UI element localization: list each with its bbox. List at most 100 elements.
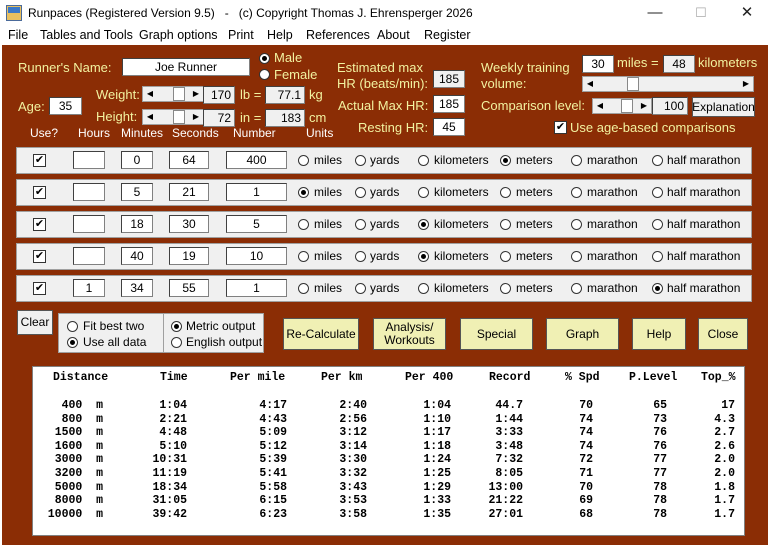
unit-radio-marathon[interactable]: [571, 219, 582, 230]
scroll-left-icon[interactable]: ◀: [593, 99, 607, 113]
race-minutes-input[interactable]: 18: [121, 215, 153, 233]
age-input[interactable]: 35: [49, 97, 82, 115]
weekly-miles-input[interactable]: 30: [582, 55, 614, 73]
height-in-field[interactable]: 72: [203, 109, 235, 127]
male-radio[interactable]: [259, 53, 270, 64]
unit-radio-kilometers[interactable]: [418, 219, 429, 230]
help-button[interactable]: Help: [632, 318, 686, 350]
race-minutes-input[interactable]: 5: [121, 183, 153, 201]
race-use-checkbox[interactable]: ✔: [33, 218, 46, 231]
recalculate-button[interactable]: Re-Calculate: [283, 318, 359, 350]
unit-radio-yards[interactable]: [355, 251, 366, 262]
explanation-button[interactable]: Explanation: [692, 97, 755, 117]
height-scrollbar[interactable]: ◀ ▶: [142, 109, 204, 125]
english-output-radio[interactable]: [171, 337, 182, 348]
weekly-volume-scrollbar[interactable]: ◀ ▶: [582, 76, 754, 92]
weight-lb-field[interactable]: 170: [203, 86, 235, 104]
resting-hr-input[interactable]: 45: [433, 118, 465, 136]
unit-radio-half-marathon[interactable]: [652, 155, 663, 166]
menu-references[interactable]: References: [306, 28, 370, 42]
unit-radio-meters[interactable]: [500, 219, 511, 230]
menu-print[interactable]: Print: [228, 28, 254, 42]
race-minutes-input[interactable]: 34: [121, 279, 153, 297]
weight-scrollbar[interactable]: ◀ ▶: [142, 86, 204, 102]
race-hours-input[interactable]: [73, 215, 105, 233]
race-number-input[interactable]: 10: [226, 247, 287, 265]
scroll-right-icon[interactable]: ▶: [739, 77, 753, 91]
unit-radio-kilometers[interactable]: [418, 155, 429, 166]
age-based-checkbox[interactable]: ✔: [554, 121, 567, 134]
use-all-data-radio[interactable]: [67, 337, 78, 348]
race-use-checkbox[interactable]: ✔: [33, 250, 46, 263]
unit-radio-meters[interactable]: [500, 187, 511, 198]
female-radio[interactable]: [259, 69, 270, 80]
race-number-input[interactable]: 1: [226, 279, 287, 297]
unit-radio-miles[interactable]: [298, 187, 309, 198]
race-seconds-input[interactable]: 64: [169, 151, 209, 169]
unit-radio-half-marathon[interactable]: [652, 219, 663, 230]
runner-name-input[interactable]: Joe Runner: [122, 58, 250, 76]
unit-radio-miles[interactable]: [298, 219, 309, 230]
weight-kg-field[interactable]: 77.1: [265, 86, 305, 104]
unit-radio-meters[interactable]: [500, 283, 511, 294]
race-number-input[interactable]: 1: [226, 183, 287, 201]
close-button[interactable]: Close: [698, 318, 748, 350]
unit-radio-kilometers[interactable]: [418, 187, 429, 198]
minimize-button[interactable]: —: [632, 0, 678, 26]
fit-best-two-radio[interactable]: [67, 321, 78, 332]
race-seconds-input[interactable]: 55: [169, 279, 209, 297]
unit-radio-marathon[interactable]: [571, 187, 582, 198]
scroll-right-icon[interactable]: ▶: [189, 87, 203, 101]
race-hours-input[interactable]: [73, 183, 105, 201]
scroll-thumb[interactable]: [173, 87, 185, 101]
menu-file[interactable]: File: [8, 28, 28, 42]
actual-max-hr-input[interactable]: 185: [433, 95, 465, 113]
unit-radio-marathon[interactable]: [571, 283, 582, 294]
scroll-thumb[interactable]: [173, 110, 185, 124]
menu-tables-and-tools[interactable]: Tables and Tools: [40, 28, 133, 42]
race-minutes-input[interactable]: 0: [121, 151, 153, 169]
unit-radio-half-marathon[interactable]: [652, 187, 663, 198]
clear-button[interactable]: Clear: [17, 310, 53, 335]
scroll-right-icon[interactable]: ▶: [637, 99, 651, 113]
race-seconds-input[interactable]: 21: [169, 183, 209, 201]
race-seconds-input[interactable]: 30: [169, 215, 209, 233]
race-number-input[interactable]: 5: [226, 215, 287, 233]
race-minutes-input[interactable]: 40: [121, 247, 153, 265]
unit-radio-miles[interactable]: [298, 283, 309, 294]
height-cm-field[interactable]: 183: [265, 109, 305, 127]
race-use-checkbox[interactable]: ✔: [33, 186, 46, 199]
race-use-checkbox[interactable]: ✔: [33, 154, 46, 167]
unit-radio-miles[interactable]: [298, 251, 309, 262]
unit-radio-kilometers[interactable]: [418, 251, 429, 262]
race-seconds-input[interactable]: 19: [169, 247, 209, 265]
unit-radio-half-marathon[interactable]: [652, 251, 663, 262]
menu-graph-options[interactable]: Graph options: [139, 28, 218, 42]
race-hours-input[interactable]: 1: [73, 279, 105, 297]
unit-radio-meters[interactable]: [500, 251, 511, 262]
unit-radio-yards[interactable]: [355, 155, 366, 166]
scroll-thumb[interactable]: [627, 77, 639, 91]
unit-radio-yards[interactable]: [355, 187, 366, 198]
scroll-right-icon[interactable]: ▶: [189, 110, 203, 124]
special-button[interactable]: Special: [460, 318, 533, 350]
unit-radio-kilometers[interactable]: [418, 283, 429, 294]
scroll-left-icon[interactable]: ◀: [143, 110, 157, 124]
unit-radio-yards[interactable]: [355, 283, 366, 294]
menu-about[interactable]: About: [377, 28, 410, 42]
menu-register[interactable]: Register: [424, 28, 471, 42]
maximize-button[interactable]: ☐: [678, 0, 724, 26]
race-hours-input[interactable]: [73, 151, 105, 169]
menu-help[interactable]: Help: [267, 28, 293, 42]
scroll-left-icon[interactable]: ◀: [583, 77, 597, 91]
race-use-checkbox[interactable]: ✔: [33, 282, 46, 295]
graph-button[interactable]: Graph: [546, 318, 619, 350]
unit-radio-meters[interactable]: [500, 155, 511, 166]
scroll-left-icon[interactable]: ◀: [143, 87, 157, 101]
race-number-input[interactable]: 400: [226, 151, 287, 169]
scroll-thumb[interactable]: [621, 99, 633, 113]
comparison-field[interactable]: 100: [652, 97, 688, 115]
analysis-workouts-button[interactable]: Analysis/ Workouts: [373, 318, 446, 350]
unit-radio-miles[interactable]: [298, 155, 309, 166]
race-hours-input[interactable]: [73, 247, 105, 265]
